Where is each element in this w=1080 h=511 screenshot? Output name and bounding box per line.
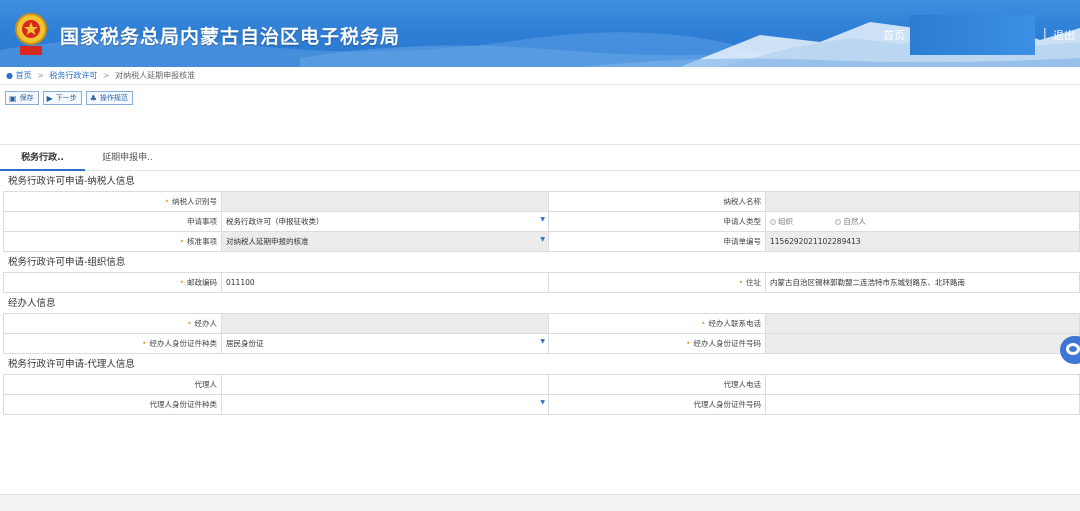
handler-phone-label: • 经办人联系电话 bbox=[548, 313, 766, 334]
apply-no-field: 115629202110228941З bbox=[765, 231, 1080, 252]
dropdown-arrow-icon: ▼ bbox=[540, 338, 545, 345]
handler-id-no-label: • 经办人身份证件号码 bbox=[548, 333, 766, 354]
handler-field[interactable] bbox=[221, 313, 549, 334]
play-icon: ▶ bbox=[46, 93, 53, 103]
save-icon: ▣ bbox=[9, 93, 17, 103]
taxpayer-id-label: • 纳税人识别号 bbox=[3, 191, 222, 212]
taxpayer-form: • 纳税人识别号 纳税人名称 申请事项 税务行政许可（申报征收类） ▼ 申请人类型 … bbox=[3, 191, 1080, 252]
applicant-type-label: 申请人类型 bbox=[548, 211, 766, 232]
nav-separator: | bbox=[1043, 26, 1047, 39]
chat-icon bbox=[1066, 343, 1080, 355]
user-info-area[interactable] bbox=[910, 15, 1035, 55]
radio-organization[interactable]: 组织 bbox=[770, 216, 793, 227]
toolbar-spacer bbox=[0, 115, 1080, 145]
tab-tax-permit[interactable]: 税务行政.. bbox=[0, 145, 85, 171]
tax-emblem-icon bbox=[15, 13, 47, 55]
bottom-bar bbox=[0, 494, 1080, 511]
taxpayer-name-field[interactable] bbox=[765, 191, 1080, 212]
breadcrumb-level1[interactable]: 税务行政许可 bbox=[49, 71, 97, 80]
applicant-type-radios: 组织 自然人 bbox=[765, 211, 1080, 232]
section-handler-title: 经办人信息 bbox=[8, 298, 56, 309]
apply-item-value: 税务行政许可（申报征收类） bbox=[226, 217, 324, 226]
apply-no-label: 申请单编号 bbox=[548, 231, 766, 252]
logout-link[interactable]: 退出 bbox=[1053, 27, 1075, 43]
handler-id-type-label: • 经办人身份证件种类 bbox=[3, 333, 222, 354]
address-label: • 住址 bbox=[548, 272, 766, 293]
user-guide-icon: ♣ bbox=[89, 93, 97, 103]
tab-bar: 税务行政.. 延期申报申.. bbox=[0, 145, 1080, 171]
agent-phone-field[interactable] bbox=[765, 374, 1080, 395]
dropdown-arrow-icon: ▼ bbox=[540, 399, 545, 406]
apply-item-select[interactable]: 税务行政许可（申报征收类） ▼ bbox=[221, 211, 549, 232]
approve-item-select[interactable]: 对纳税人延期申报的核准 ▼ bbox=[221, 231, 549, 252]
org-form: • 邮政编码 011100 • 住址 内蒙古自治区锡林郭勒盟二连浩特市东城划路东、北… bbox=[3, 272, 1080, 293]
handler-id-type-select[interactable]: 居民身份证 ▼ bbox=[221, 333, 549, 354]
save-button[interactable]: ▣ 保存 bbox=[5, 91, 39, 105]
operation-guide-label: 操作规范 bbox=[99, 94, 128, 102]
handler-id-type-value: 居民身份证 bbox=[226, 339, 264, 348]
postcode-label: • 邮政编码 bbox=[3, 272, 222, 293]
agent-id-no-field[interactable] bbox=[765, 394, 1080, 415]
postcode-field[interactable]: 011100 bbox=[221, 272, 549, 293]
agent-form: 代理人 代理人电话 代理人身份证件种类 ▼ 代理人身份证件号码 bbox=[3, 374, 1080, 415]
next-step-button[interactable]: ▶ 下一步 bbox=[42, 91, 82, 105]
agent-field[interactable] bbox=[221, 374, 549, 395]
save-label: 保存 bbox=[19, 94, 34, 102]
handler-phone-field[interactable] bbox=[765, 313, 1080, 334]
apply-item-label: 申请事项 bbox=[3, 211, 222, 232]
approve-item-value: 对纳税人延期申报的核准 bbox=[226, 237, 309, 246]
breadcrumb-sep: > bbox=[102, 71, 110, 80]
taxpayer-name-label: 纳税人名称 bbox=[548, 191, 766, 212]
agent-phone-label: 代理人电话 bbox=[548, 374, 766, 395]
nav-home-link[interactable]: 首页 bbox=[883, 27, 905, 43]
approve-item-label: • 核准事项 bbox=[3, 231, 222, 252]
online-chat-button[interactable] bbox=[1060, 336, 1080, 364]
radio-natural-person[interactable]: 自然人 bbox=[835, 216, 866, 227]
breadcrumb-sep: > bbox=[37, 71, 44, 80]
next-step-label: 下一步 bbox=[55, 94, 77, 102]
handler-id-no-field[interactable] bbox=[765, 333, 1080, 354]
location-pin-icon: ● bbox=[6, 71, 13, 80]
dropdown-arrow-icon: ▼ bbox=[540, 216, 545, 223]
handler-label: • 经办人 bbox=[3, 313, 222, 334]
site-title: 国家税务总局内蒙古自治区电子税务局 bbox=[60, 26, 401, 48]
agent-id-type-label: 代理人身份证件种类 bbox=[3, 394, 222, 415]
radio-dot-icon bbox=[835, 218, 842, 225]
breadcrumb-home[interactable]: 首页 bbox=[16, 71, 32, 80]
agent-id-no-label: 代理人身份证件号码 bbox=[548, 394, 766, 415]
breadcrumb-current: 对纳税人延期申报核准 bbox=[115, 71, 196, 80]
dropdown-arrow-icon: ▼ bbox=[540, 236, 545, 243]
section-agent-title: 税务行政许可申请-代理人信息 bbox=[8, 359, 135, 370]
tab-deferred-filing[interactable]: 延期申报申.. bbox=[85, 145, 170, 171]
radio-dot-icon bbox=[770, 218, 776, 225]
taxpayer-id-field[interactable] bbox=[221, 191, 549, 212]
operation-guide-button[interactable]: ♣ 操作规范 bbox=[85, 91, 133, 105]
agent-id-type-select[interactable]: ▼ bbox=[221, 394, 549, 415]
section-org-title: 税务行政许可申请-组织信息 bbox=[8, 257, 126, 268]
section-taxpayer-title: 税务行政许可申请-纳税人信息 bbox=[8, 176, 135, 187]
agent-label: 代理人 bbox=[3, 374, 222, 395]
header-banner: 国家税务总局内蒙古自治区电子税务局 首页 | 退出 bbox=[0, 0, 1080, 67]
handler-form: • 经办人 • 经办人联系电话 • 经办人身份证件种类 居民身份证 ▼ • 经办人身份证件… bbox=[3, 313, 1080, 354]
breadcrumb: ● 首页 > 税务行政许可 > 对纳税人延期申报核准 bbox=[0, 67, 1080, 85]
address-field[interactable]: 内蒙古自治区锡林郭勒盟二连浩特市东城划路东、北环路南 bbox=[765, 272, 1080, 293]
toolbar: ▣ 保存 ▶ 下一步 ♣ 操作规范 bbox=[0, 85, 1080, 115]
